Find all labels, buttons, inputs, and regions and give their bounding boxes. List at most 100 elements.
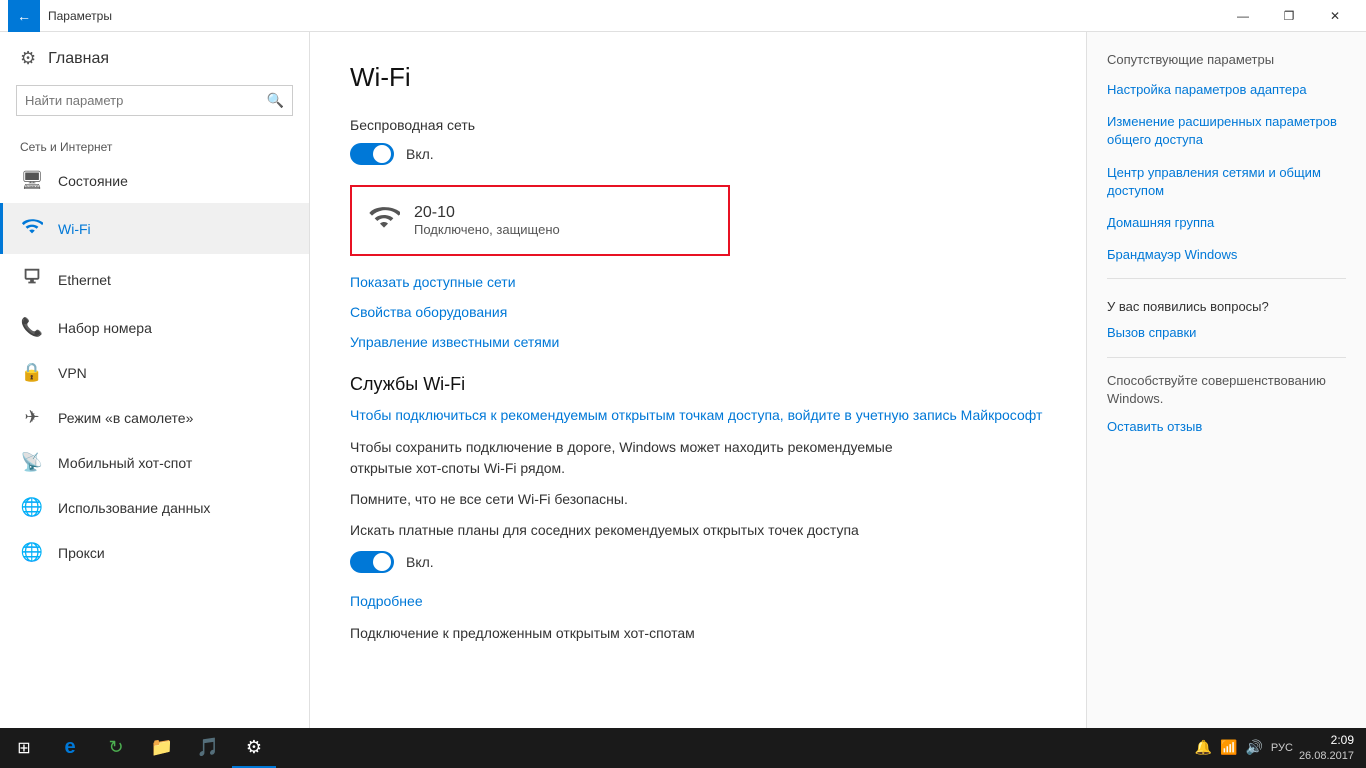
sidebar: ⚙ Главная 🔍 Сеть и Интернет 🖥 Состояние … [0,32,310,728]
explorer-icon: 📁 [151,737,173,758]
sidebar-item-airplane[interactable]: ✈ Режим «в самолете» [0,395,309,440]
main-content: Wi-Fi Беспроводная сеть Вкл. 20-10 Подкл… [310,32,1086,728]
paid-label: Искать платные планы для соседних рекоме… [350,520,950,541]
wifi-icon [20,215,44,242]
restore-button[interactable]: ❐ [1266,0,1312,32]
minimize-button[interactable]: — [1220,0,1266,32]
right-link-homegroup[interactable]: Домашняя группа [1107,214,1346,232]
clock-time: 2:09 [1299,733,1354,749]
taskbar-app-media[interactable]: 🎵 [186,728,230,768]
taskbar-app-settings[interactable]: ⚙ [232,728,276,768]
sidebar-item-status[interactable]: 🖥 Состояние [0,158,309,203]
sidebar-item-label: Набор номера [58,320,152,336]
search-icon: 🔍 [259,86,292,115]
link-show-networks[interactable]: Показать доступные сети [350,274,1046,290]
right-link-help[interactable]: Вызов справки [1107,324,1346,342]
wireless-toggle-row: Вкл. [350,143,1046,165]
window-controls: — ❐ ✕ [1220,0,1358,32]
volume-icon[interactable]: 🔊 [1245,739,1262,756]
sidebar-item-vpn[interactable]: 🔒 VPN [0,350,309,395]
services-text2: Помните, что не все сети Wi-Fi безопасны… [350,489,950,510]
status-icon: 🖥 [20,170,44,191]
toggle-knob [373,145,391,163]
taskbar-apps: e ↻ 📁 🎵 ⚙ [44,728,1195,768]
sidebar-item-label: Режим «в самолете» [58,410,193,426]
improve-text: Способствуйте совершенствованию Windows. [1107,372,1346,408]
services-title: Службы Wi-Fi [350,374,1046,395]
settings-icon: ⚙ [20,48,36,69]
connected-network-card[interactable]: 20-10 Подключено, защищено [350,185,730,256]
paid-toggle-label: Вкл. [406,554,434,570]
search-box[interactable]: 🔍 [16,85,293,116]
airplane-icon: ✈ [20,407,44,428]
network-name: 20-10 [414,204,560,222]
settings-taskbar-icon: ⚙ [246,737,262,758]
hotspot-icon: 📡 [20,452,44,473]
proxy-icon: 🌐 [20,542,44,563]
questions-title: У вас появились вопросы? [1107,299,1346,314]
taskbar-app-refresh[interactable]: ↻ [94,728,138,768]
close-button[interactable]: ✕ [1312,0,1358,32]
taskbar-clock: 2:09 26.08.2017 [1299,733,1354,763]
refresh-icon: ↻ [108,737,123,758]
right-link-firewall[interactable]: Брандмауэр Windows [1107,246,1346,264]
services-text1: Чтобы сохранить подключение в дороге, Wi… [350,437,950,479]
app-title: Параметры [48,9,1220,23]
link-hardware-props[interactable]: Свойства оборудования [350,304,1046,320]
search-input[interactable] [17,87,259,114]
link-details[interactable]: Подробнее [350,593,1046,609]
wireless-toggle[interactable] [350,143,394,165]
sidebar-item-label: Прокси [58,545,105,561]
network-wifi-icon [368,201,400,240]
link-manage-networks[interactable]: Управление известными сетями [350,334,1046,350]
start-icon: ⊞ [17,738,30,758]
services-link[interactable]: Чтобы подключиться к рекомендуемым откры… [350,407,1046,423]
sidebar-item-label: VPN [58,365,87,381]
sidebar-header[interactable]: ⚙ Главная [0,32,309,85]
edge-icon: e [64,736,75,759]
notifications-icon[interactable]: 🔔 [1195,739,1212,756]
wireless-toggle-label: Вкл. [406,146,434,162]
sidebar-item-proxy[interactable]: 🌐 Прокси [0,530,309,575]
divider1 [1107,278,1346,279]
right-link-feedback[interactable]: Оставить отзыв [1107,418,1346,436]
back-button[interactable]: ← [8,0,40,32]
paid-toggle-row: Вкл. [350,551,1046,573]
page-title: Wi-Fi [350,62,1046,93]
datausage-icon: 🌐 [20,497,44,518]
sidebar-item-label: Мобильный хот-спот [58,455,192,471]
sidebar-item-hotspot[interactable]: 📡 Мобильный хот-спот [0,440,309,485]
wireless-section-label: Беспроводная сеть [350,117,1046,133]
systray: 🔔 📶 🔊 РУС [1195,739,1293,756]
sidebar-item-label: Использование данных [58,500,210,516]
media-icon: 🎵 [197,737,219,758]
taskbar-app-edge[interactable]: e [48,728,92,768]
taskbar-right: 🔔 📶 🔊 РУС 2:09 26.08.2017 [1195,733,1362,763]
app-body: ⚙ Главная 🔍 Сеть и Интернет 🖥 Состояние … [0,32,1366,728]
right-panel: Сопутствующие параметры Настройка параме… [1086,32,1366,728]
language-indicator: РУС [1271,742,1293,754]
vpn-icon: 🔒 [20,362,44,383]
network-systray-icon: 📶 [1220,739,1237,756]
ethernet-icon [20,266,44,293]
sidebar-item-dialup[interactable]: 📞 Набор номера [0,305,309,350]
paid-toggle[interactable] [350,551,394,573]
taskbar: ⊞ e ↻ 📁 🎵 ⚙ 🔔 📶 🔊 РУС 2:09 26.08.2017 [0,728,1366,768]
clock-date: 26.08.2017 [1299,749,1354,763]
right-link-adapter[interactable]: Настройка параметров адаптера [1107,81,1346,99]
section-label: Сеть и Интернет [0,132,309,158]
right-link-network-center[interactable]: Центр управления сетями и общим доступом [1107,164,1346,200]
sidebar-item-wifi[interactable]: Wi-Fi [0,203,309,254]
right-link-sharing[interactable]: Изменение расширенных параметров общего … [1107,113,1346,149]
paid-toggle-knob [373,553,391,571]
sidebar-item-ethernet[interactable]: Ethernet [0,254,309,305]
sidebar-item-label: Wi-Fi [58,221,91,237]
taskbar-app-explorer[interactable]: 📁 [140,728,184,768]
start-button[interactable]: ⊞ [4,728,44,768]
sidebar-item-datausage[interactable]: 🌐 Использование данных [0,485,309,530]
sidebar-item-label: Ethernet [58,272,111,288]
connection-text: Подключение к предложенным открытым хот-… [350,623,950,644]
sidebar-home-label: Главная [48,50,109,68]
dialup-icon: 📞 [20,317,44,338]
divider2 [1107,357,1346,358]
